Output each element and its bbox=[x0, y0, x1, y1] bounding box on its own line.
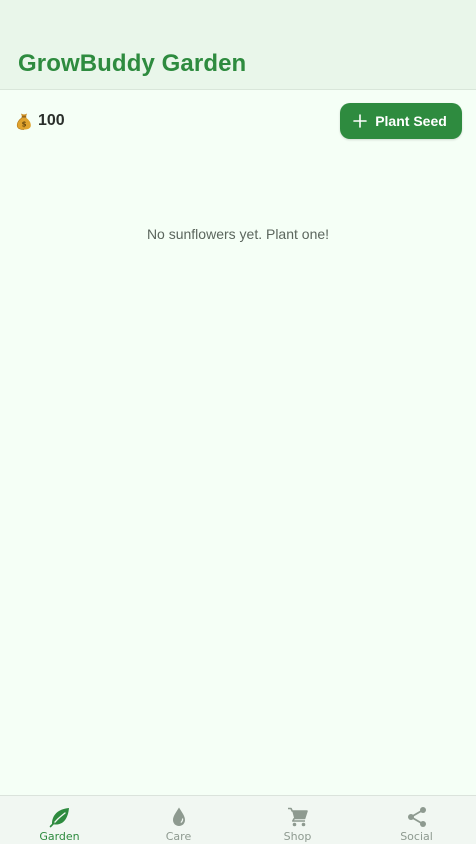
nav-label-garden: Garden bbox=[39, 830, 80, 843]
plant-seed-button[interactable]: Plant Seed bbox=[340, 103, 462, 139]
coin-balance: $ 100 bbox=[14, 111, 65, 131]
nav-label-social: Social bbox=[400, 830, 433, 843]
nav-label-shop: Shop bbox=[283, 830, 312, 843]
money-bag-icon: $ bbox=[16, 113, 31, 130]
garden-toolbar: $ 100 Plant Seed bbox=[0, 91, 476, 151]
nav-item-shop[interactable]: Shop bbox=[238, 796, 357, 844]
plus-icon bbox=[353, 114, 368, 128]
water-drop-icon bbox=[172, 807, 185, 826]
nav-item-care[interactable]: Care bbox=[119, 796, 238, 844]
coin-count: 100 bbox=[38, 112, 65, 129]
share-icon bbox=[407, 807, 426, 827]
app-screen: GrowBuddy Garden $ 100 Plant Seed No sun… bbox=[0, 0, 476, 844]
app-header: GrowBuddy Garden bbox=[0, 0, 476, 90]
nav-item-garden[interactable]: Garden bbox=[0, 796, 119, 844]
nav-label-care: Care bbox=[165, 830, 192, 843]
app-title: GrowBuddy Garden bbox=[18, 50, 247, 77]
bottom-nav: Garden Care Shop Social bbox=[0, 795, 476, 844]
plant-seed-label: Plant Seed bbox=[375, 113, 447, 129]
svg-text:$: $ bbox=[22, 121, 27, 129]
empty-garden-message: No sunflowers yet. Plant one! bbox=[146, 226, 330, 242]
nav-item-social[interactable]: Social bbox=[357, 796, 476, 844]
cart-icon bbox=[287, 807, 308, 827]
leaf-icon bbox=[49, 808, 69, 828]
